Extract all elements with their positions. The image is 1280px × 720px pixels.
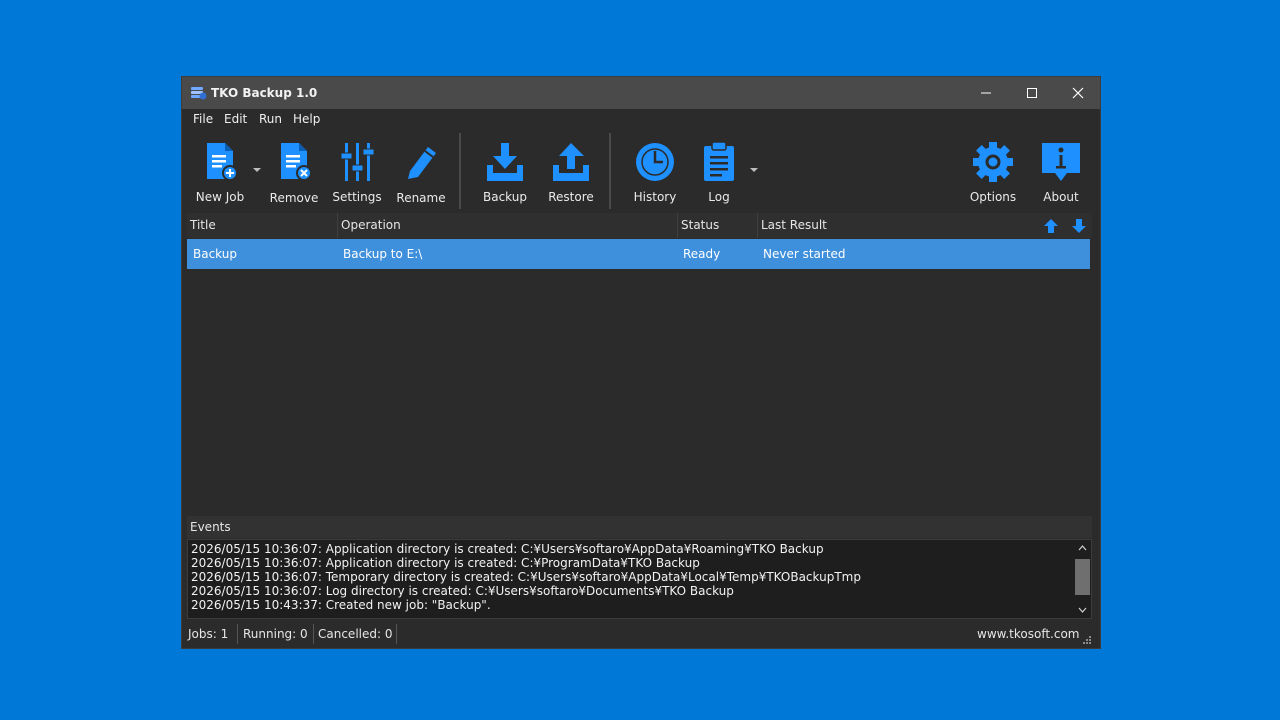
menu-run[interactable]: Run bbox=[259, 112, 282, 126]
history-button[interactable]: History bbox=[625, 131, 685, 213]
menu-edit[interactable]: Edit bbox=[224, 112, 247, 126]
status-separator bbox=[396, 624, 397, 644]
row-status: Ready bbox=[683, 247, 721, 261]
column-header-operation[interactable]: Operation bbox=[338, 213, 678, 238]
move-down-arrow-icon[interactable] bbox=[1071, 218, 1087, 234]
new-job-label: New Job bbox=[195, 190, 245, 204]
remove-document-icon bbox=[281, 143, 312, 181]
status-separator bbox=[313, 624, 314, 644]
history-label: History bbox=[633, 190, 677, 204]
log-label: Log bbox=[708, 190, 730, 204]
toolbar: New Job Remove Settings Rename Backup Re… bbox=[182, 131, 1100, 213]
rename-label: Rename bbox=[396, 191, 446, 205]
menu-file[interactable]: File bbox=[193, 112, 213, 126]
pencil-icon bbox=[408, 147, 436, 179]
options-label: Options bbox=[969, 190, 1017, 204]
about-label: About bbox=[1043, 190, 1079, 204]
log-line: 2026/05/15 10:36:07: Log directory is cr… bbox=[191, 584, 734, 598]
restore-label: Restore bbox=[548, 190, 594, 204]
events-scrollbar[interactable] bbox=[1075, 541, 1090, 617]
job-list[interactable]: Title Operation Status Last Result Backu… bbox=[187, 213, 1092, 513]
log-line: 2026/05/15 10:36:07: Application directo… bbox=[191, 556, 700, 570]
status-jobs: Jobs: 1 bbox=[188, 627, 229, 641]
log-line: 2026/05/15 10:36:07: Application directo… bbox=[191, 542, 824, 556]
about-button[interactable]: About bbox=[1031, 131, 1091, 213]
log-line: 2026/05/15 10:43:37: Created new job: "B… bbox=[191, 598, 491, 612]
info-icon bbox=[1042, 143, 1080, 181]
maximize-button[interactable] bbox=[1009, 77, 1055, 109]
log-button[interactable]: Log bbox=[689, 131, 749, 213]
settings-label: Settings bbox=[332, 190, 382, 204]
new-job-dropdown-arrow-icon[interactable] bbox=[253, 168, 261, 172]
new-job-button[interactable]: New Job bbox=[190, 131, 250, 213]
backup-label: Backup bbox=[483, 190, 527, 204]
close-button[interactable] bbox=[1055, 77, 1101, 109]
resize-grip-icon[interactable] bbox=[1082, 635, 1092, 645]
minimize-button[interactable] bbox=[963, 77, 1009, 109]
new-document-icon bbox=[207, 143, 238, 181]
rename-button[interactable]: Rename bbox=[391, 131, 451, 213]
settings-button[interactable]: Settings bbox=[327, 131, 387, 213]
table-row[interactable]: Backup Backup to E:\ Ready Never started bbox=[187, 239, 1090, 269]
status-running: Running: 0 bbox=[243, 627, 308, 641]
sliders-icon bbox=[340, 143, 375, 181]
status-separator bbox=[237, 624, 238, 644]
log-dropdown-arrow-icon[interactable] bbox=[750, 168, 758, 172]
row-title: Backup bbox=[193, 247, 237, 261]
column-header-title[interactable]: Title bbox=[187, 213, 338, 238]
remove-button[interactable]: Remove bbox=[264, 131, 324, 213]
options-button[interactable]: Options bbox=[963, 131, 1023, 213]
clock-icon bbox=[636, 143, 674, 181]
backup-button[interactable]: Backup bbox=[475, 131, 535, 213]
restore-button[interactable]: Restore bbox=[541, 131, 601, 213]
app-window: TKO Backup 1.0 File Edit Run Help New Jo… bbox=[181, 76, 1101, 649]
download-icon bbox=[487, 143, 523, 181]
clipboard-icon bbox=[704, 141, 734, 181]
window-title: TKO Backup 1.0 bbox=[211, 86, 318, 100]
scroll-up-icon[interactable] bbox=[1078, 545, 1087, 551]
job-list-header: Title Operation Status Last Result bbox=[187, 213, 1092, 238]
scroll-thumb[interactable] bbox=[1075, 559, 1090, 595]
column-header-last-result[interactable]: Last Result bbox=[758, 213, 1038, 238]
status-bar: Jobs: 1 Running: 0 Cancelled: 0 www.tkos… bbox=[182, 622, 1100, 648]
title-bar[interactable]: TKO Backup 1.0 bbox=[182, 77, 1100, 109]
log-line: 2026/05/15 10:36:07: Temporary directory… bbox=[191, 570, 861, 584]
website-link[interactable]: www.tkosoft.com bbox=[977, 627, 1079, 641]
row-operation: Backup to E:\ bbox=[343, 247, 423, 261]
events-log[interactable]: 2026/05/15 10:36:07: Application directo… bbox=[187, 539, 1092, 619]
events-title: Events bbox=[190, 520, 231, 534]
move-up-arrow-icon[interactable] bbox=[1043, 218, 1059, 234]
upload-icon bbox=[553, 143, 589, 181]
menu-bar: File Edit Run Help bbox=[182, 109, 1100, 131]
minimize-icon bbox=[981, 92, 991, 94]
app-logo-icon bbox=[190, 85, 207, 101]
menu-help[interactable]: Help bbox=[293, 112, 320, 126]
events-header: Events bbox=[187, 516, 1092, 538]
gear-icon bbox=[973, 142, 1013, 182]
maximize-icon bbox=[1027, 88, 1037, 98]
remove-label: Remove bbox=[269, 191, 319, 205]
close-icon bbox=[1072, 87, 1084, 99]
status-cancelled: Cancelled: 0 bbox=[318, 627, 393, 641]
toolbar-separator bbox=[609, 133, 611, 209]
toolbar-separator bbox=[459, 133, 461, 209]
scroll-down-icon[interactable] bbox=[1078, 607, 1087, 613]
row-last-result: Never started bbox=[763, 247, 846, 261]
column-header-status[interactable]: Status bbox=[678, 213, 758, 238]
